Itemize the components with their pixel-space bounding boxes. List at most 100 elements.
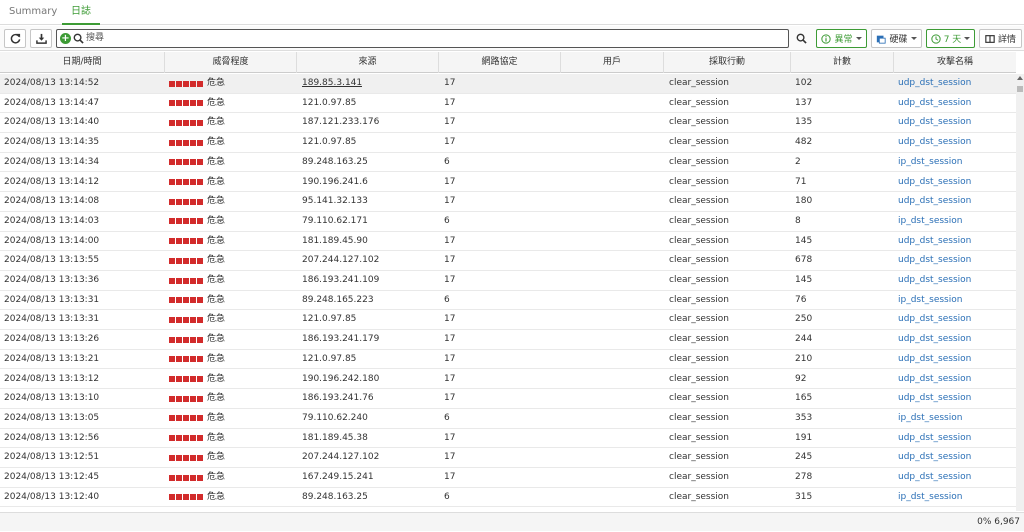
anomaly-filter-dropdown[interactable]: 異常 <box>816 29 867 48</box>
scroll-up-arrow-icon[interactable] <box>1017 76 1023 80</box>
table-row[interactable]: 2024/08/13 13:14:08 危急 95.141.32.133 17 clea… <box>0 192 1016 212</box>
table-row[interactable]: 2024/08/13 13:14:35 危急 121.0.97.85 17 clear_… <box>0 133 1016 153</box>
add-filter-icon[interactable]: + <box>60 33 71 44</box>
attack-cell[interactable]: udp_dst_session <box>898 271 971 290</box>
tab-bar: Summary 日誌 <box>0 0 1024 25</box>
attack-cell[interactable]: udp_dst_session <box>898 74 971 93</box>
table-row[interactable]: 2024/08/13 13:13:31 危急 121.0.97.85 17 clear_… <box>0 310 1016 331</box>
tab-summary[interactable]: Summary <box>0 0 66 25</box>
datetime-cell: 2024/08/13 13:13:26 <box>4 334 100 345</box>
table-row[interactable]: 2024/08/13 13:13:10 危急 186.193.241.76 17 cle… <box>0 389 1016 409</box>
table-row[interactable]: 2024/08/13 13:13:12 危急 190.196.242.180 17 cl… <box>0 369 1016 390</box>
severity-cell: 危急 <box>169 429 225 448</box>
attack-cell[interactable]: udp_dst_session <box>898 232 971 251</box>
table-row[interactable]: 2024/08/13 13:14:12 危急 190.196.241.6 17 clea… <box>0 172 1016 193</box>
table-row[interactable]: 2024/08/13 13:13:21 危急 121.0.97.85 17 clear_… <box>0 349 1016 370</box>
table-row[interactable]: 2024/08/13 13:14:03 危急 79.110.62.171 6 clear… <box>0 211 1016 232</box>
table-row[interactable]: 2024/08/13 13:13:31 危急 89.248.165.223 6 clea… <box>0 290 1016 311</box>
table-row[interactable]: 2024/08/13 13:12:40 危急 89.248.163.25 6 clear… <box>0 487 1016 508</box>
datetime-cell: 2024/08/13 13:13:12 <box>4 373 100 384</box>
count-cell: 102 <box>795 78 813 88</box>
protocol-cell: 17 <box>444 472 456 482</box>
table-row[interactable]: 2024/08/13 13:13:26 危急 186.193.241.179 17 cl… <box>0 330 1016 350</box>
time-range-dropdown[interactable]: 7 天 <box>926 29 975 48</box>
download-button[interactable] <box>30 29 52 48</box>
attack-cell[interactable]: udp_dst_session <box>898 429 971 448</box>
search-input[interactable]: + 搜尋 <box>56 29 789 48</box>
source-cell: 190.196.241.6 <box>302 176 368 187</box>
protocol-cell: 17 <box>444 235 456 246</box>
info-circle-icon <box>821 33 832 44</box>
datetime-cell: 2024/08/13 13:13:31 <box>4 294 100 305</box>
attack-cell[interactable]: udp_dst_session <box>898 468 971 487</box>
attack-cell[interactable]: udp_dst_session <box>898 310 971 329</box>
source-cell: 79.110.62.240 <box>302 412 368 423</box>
scrollbar-thumb[interactable] <box>1017 86 1023 92</box>
datetime-cell: 2024/08/13 13:14:40 <box>4 117 100 128</box>
attack-cell[interactable]: udp_dst_session <box>898 330 971 349</box>
action-cell: clear_session <box>669 393 730 404</box>
tab-logs[interactable]: 日誌 <box>62 0 100 25</box>
table-row[interactable]: 2024/08/13 13:12:51 危急 207.244.127.102 17 cl… <box>0 448 1016 468</box>
datetime-cell: 2024/08/13 13:14:03 <box>4 215 100 226</box>
count-cell: 2 <box>795 156 801 167</box>
attack-cell[interactable]: udp_dst_session <box>898 192 971 211</box>
table-row[interactable]: 2024/08/13 13:12:56 危急 181.189.45.38 17 clea… <box>0 428 1016 449</box>
action-cell: clear_session <box>669 275 730 285</box>
attack-cell[interactable]: udp_dst_session <box>898 389 971 408</box>
attack-cell[interactable]: udp_dst_session <box>898 133 971 152</box>
protocol-cell: 17 <box>444 314 456 325</box>
column-header-attack-name[interactable]: 攻擊名稱 <box>894 52 1016 73</box>
column-header-protocol[interactable]: 網路協定 <box>439 52 561 73</box>
severity-cell: 危急 <box>169 251 225 270</box>
refresh-button[interactable] <box>4 29 26 48</box>
attack-cell[interactable]: ip_dst_session <box>898 212 962 231</box>
column-header-datetime[interactable]: 日期/時間 <box>0 52 165 73</box>
count-cell: 165 <box>795 393 813 404</box>
severity-bars-icon <box>169 100 203 107</box>
severity-label: 危急 <box>207 97 226 108</box>
table-row[interactable]: 2024/08/13 13:12:45 危急 167.249.15.241 17 cle… <box>0 468 1016 488</box>
attack-cell[interactable]: ip_dst_session <box>898 291 962 310</box>
severity-label: 危急 <box>207 137 226 148</box>
table-row[interactable]: 2024/08/13 13:13:55 危急 207.244.127.102 17 cl… <box>0 251 1016 271</box>
severity-bars-icon <box>169 257 203 264</box>
attack-cell[interactable]: udp_dst_session <box>898 113 971 132</box>
source-cell: 95.141.32.133 <box>302 196 368 207</box>
table-row[interactable]: 2024/08/13 13:13:36 危急 186.193.241.109 17 cl… <box>0 271 1016 291</box>
table-row[interactable]: 2024/08/13 13:13:05 危急 79.110.62.240 6 clear… <box>0 408 1016 429</box>
attack-cell[interactable]: udp_dst_session <box>898 448 971 467</box>
attack-cell[interactable]: ip_dst_session <box>898 153 962 172</box>
table-row[interactable]: 2024/08/13 13:14:47 危急 121.0.97.85 17 clear_… <box>0 93 1016 114</box>
details-button[interactable]: 詳情 <box>979 29 1022 48</box>
column-header-count[interactable]: 計數 <box>791 52 894 73</box>
column-header-action[interactable]: 採取行動 <box>664 52 791 73</box>
protocol-cell: 6 <box>444 412 450 423</box>
protocol-cell: 17 <box>444 393 456 404</box>
severity-bars-icon <box>169 277 203 284</box>
column-header-severity[interactable]: 威脅程度 <box>165 52 297 73</box>
action-cell: clear_session <box>669 97 730 108</box>
severity-cell: 危急 <box>169 113 225 132</box>
attack-cell[interactable]: udp_dst_session <box>898 370 971 389</box>
table-row[interactable]: 2024/08/13 13:14:52 危急 189.85.3.141 17 clear… <box>0 74 1016 94</box>
table-row[interactable]: 2024/08/13 13:14:34 危急 89.248.163.25 6 clear… <box>0 152 1016 173</box>
table-row[interactable]: 2024/08/13 13:14:00 危急 181.189.45.90 17 clea… <box>0 231 1016 252</box>
protocol-cell: 17 <box>444 373 456 384</box>
severity-label: 危急 <box>207 156 226 167</box>
attack-cell[interactable]: udp_dst_session <box>898 350 971 369</box>
device-dropdown[interactable]: 硬碟 <box>871 29 922 48</box>
attack-cell[interactable]: ip_dst_session <box>898 488 962 507</box>
count-cell: 145 <box>795 275 813 285</box>
vertical-scrollbar[interactable] <box>1016 74 1024 511</box>
attack-cell[interactable]: ip_dst_session <box>898 409 962 428</box>
datetime-cell: 2024/08/13 13:13:55 <box>4 255 100 266</box>
attack-cell[interactable]: udp_dst_session <box>898 94 971 113</box>
source-cell: 181.189.45.90 <box>302 235 368 246</box>
attack-cell[interactable]: udp_dst_session <box>898 251 971 270</box>
column-header-source[interactable]: 來源 <box>297 52 439 73</box>
attack-cell[interactable]: udp_dst_session <box>898 173 971 192</box>
table-row[interactable]: 2024/08/13 13:14:40 危急 187.121.233.176 17 cl… <box>0 113 1016 134</box>
search-button[interactable] <box>792 29 811 48</box>
column-header-user[interactable]: 用戶 <box>561 52 664 73</box>
